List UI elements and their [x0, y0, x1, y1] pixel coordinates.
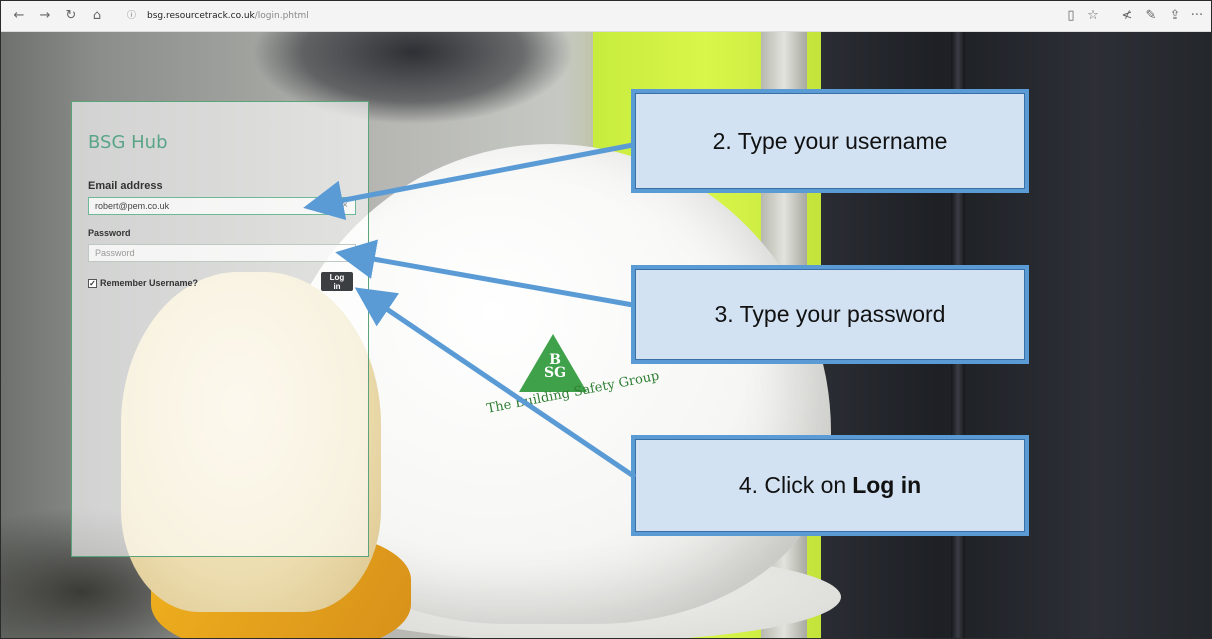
- callout-step-4: 4. Click on Log in: [631, 435, 1029, 536]
- browser-toolbar: ← → ↻ ⌂ ⓘ bsg.resourcetrack.co.uk/login.…: [1, 1, 1211, 32]
- callout-step-4-text: 4. Click on: [738, 472, 847, 498]
- web-note-icon[interactable]: ✎: [1143, 8, 1159, 24]
- forward-icon[interactable]: →: [37, 8, 53, 24]
- home-icon[interactable]: ⌂: [89, 8, 105, 24]
- refresh-icon[interactable]: ↻: [63, 8, 79, 24]
- callout-step-4-bold: Log in: [852, 472, 922, 498]
- remember-checkbox[interactable]: ✓: [88, 278, 97, 288]
- email-label: Email address: [88, 180, 163, 192]
- url-path: /login.phtml: [254, 11, 309, 21]
- page-background: B SG The Building Safety Group BSG Hub E…: [1, 32, 1211, 638]
- bsg-logo-letters: B SG: [537, 353, 573, 381]
- login-button[interactable]: Log in: [321, 272, 353, 291]
- password-label: Password: [88, 228, 131, 238]
- address-bar[interactable]: ⓘ bsg.resourcetrack.co.uk/login.phtml: [119, 6, 1119, 26]
- favorites-hub-icon[interactable]: ≮: [1119, 8, 1135, 24]
- callout-step-2: 2. Type your username: [631, 89, 1029, 193]
- login-panel: BSG Hub Email address × Password ✓ Remem…: [71, 101, 369, 557]
- callout-step-2-text: 2. Type your username: [712, 127, 948, 154]
- logo-letters-sg: SG: [543, 365, 567, 381]
- reading-view-icon[interactable]: ▯: [1063, 8, 1079, 24]
- url-host: bsg.resourcetrack.co.uk: [147, 11, 255, 21]
- clear-input-icon[interactable]: ×: [338, 198, 352, 214]
- remember-label: Remember Username?: [100, 278, 199, 288]
- screenshot-frame: ← → ↻ ⌂ ⓘ bsg.resourcetrack.co.uk/login.…: [0, 0, 1212, 639]
- url-text: bsg.resourcetrack.co.uk/login.phtml: [147, 6, 309, 26]
- share-icon[interactable]: ⇪: [1167, 8, 1183, 24]
- back-icon[interactable]: ←: [11, 8, 27, 24]
- more-icon[interactable]: ···: [1189, 8, 1205, 24]
- login-title: BSG Hub: [88, 132, 168, 153]
- password-input[interactable]: [88, 244, 356, 262]
- remember-username[interactable]: ✓ Remember Username?: [88, 277, 198, 289]
- favorite-star-icon[interactable]: ☆: [1085, 8, 1101, 24]
- callout-step-3: 3. Type your password: [631, 265, 1029, 364]
- site-info-icon[interactable]: ⓘ: [127, 6, 136, 26]
- email-input[interactable]: [88, 197, 356, 215]
- callout-step-3-text: 3. Type your password: [714, 301, 946, 327]
